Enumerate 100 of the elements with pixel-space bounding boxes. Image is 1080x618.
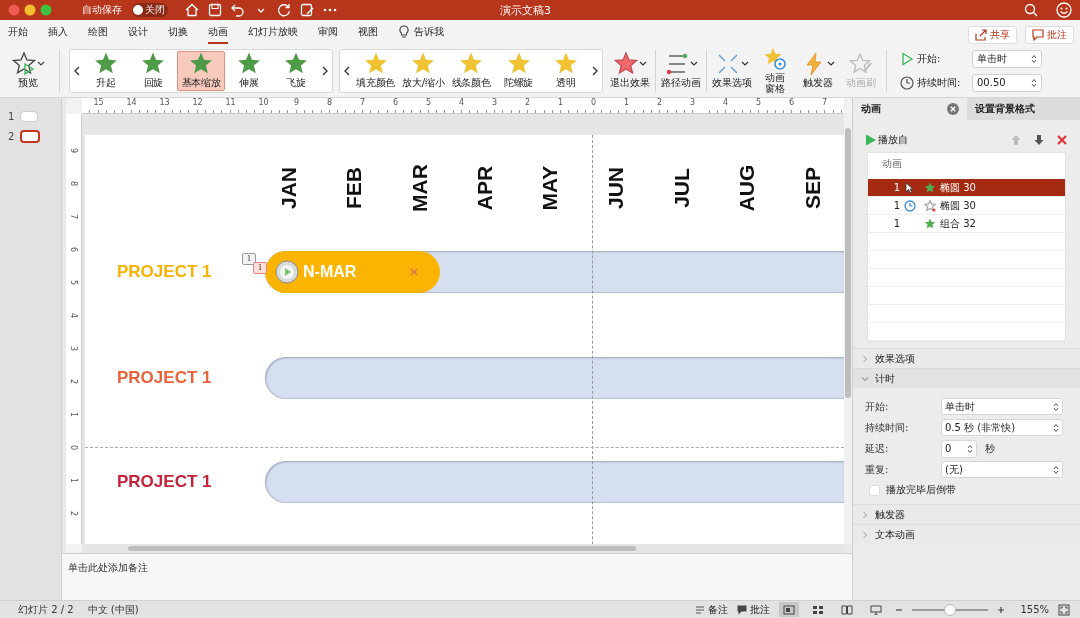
slide-counter: 幻灯片 2 / 2 (18, 602, 74, 617)
animation-item[interactable]: 1 椭圆 30 (868, 179, 1065, 197)
fit-to-window-icon[interactable] (1058, 603, 1070, 616)
effect-item[interactable]: 伸展 (224, 50, 273, 91)
dropdown-field[interactable]: (无) (941, 461, 1063, 478)
effect-item[interactable]: 回旋 (129, 50, 178, 91)
dropdown-field[interactable]: 0.5 秒 (非常快) (941, 419, 1063, 436)
animation-item[interactable]: 1 组合 32 (868, 215, 1065, 233)
tool-button[interactable]: 路径动画 (660, 52, 702, 89)
preview-button[interactable]: 预览 (6, 52, 50, 89)
tool-button[interactable]: 动画窗格 (754, 47, 796, 94)
scroll-right-icon[interactable] (321, 65, 329, 76)
effect-item[interactable]: 填充颜色 (352, 50, 400, 91)
stepper-icon (1053, 401, 1059, 412)
close-icon[interactable] (946, 103, 959, 115)
ribbon-tab[interactable]: 切换 (168, 20, 188, 44)
view-button[interactable] (779, 602, 800, 617)
scrollbar[interactable] (845, 128, 851, 398)
lightbulb-icon (398, 25, 410, 39)
ribbon-tab[interactable]: 视图 (358, 20, 378, 44)
play-from-button[interactable]: 播放自 (865, 133, 908, 147)
notes-field[interactable]: 单击此处添加备注 (68, 562, 148, 573)
ribbon-tab[interactable]: 幻灯片放映 (248, 20, 298, 44)
clock-icon (900, 75, 914, 90)
month-label: JUL (669, 168, 694, 208)
share-button[interactable]: 共享 (968, 26, 1017, 44)
ruler-number: 4 (457, 98, 466, 109)
ruler-number: 6 (787, 98, 796, 109)
ruler-number: 8 (69, 180, 78, 187)
comments-button[interactable]: 批注 (1025, 26, 1074, 44)
tool-button[interactable]: 退出效果 (609, 52, 651, 89)
ribbon-tab[interactable]: 插入 (48, 20, 68, 44)
animation-order-tag: 1 (242, 253, 256, 265)
ruler-number: 9 (69, 147, 78, 154)
smiley-icon[interactable] (1056, 2, 1072, 18)
dropdown-field[interactable]: 单击时 (941, 398, 1063, 415)
undo-icon[interactable] (230, 2, 246, 18)
effect-item[interactable]: 升起 (82, 50, 130, 91)
star-icon (283, 51, 310, 76)
ruler-number: 4 (69, 312, 78, 319)
scroll-left-icon[interactable] (343, 65, 351, 76)
ruler-number: 0 (69, 444, 78, 451)
star-icon (92, 51, 119, 76)
window-control-icon[interactable] (40, 4, 52, 16)
effect-item[interactable]: 放大/缩小 (399, 50, 448, 91)
dropdown-field[interactable]: 单击时 (972, 49, 1042, 68)
move-down-icon[interactable] (1033, 134, 1045, 146)
effect-item[interactable]: 陀螺旋 (494, 50, 543, 91)
home-icon[interactable] (184, 2, 200, 18)
delete-icon[interactable] (1056, 134, 1068, 146)
effect-item[interactable]: 线条颜色 (447, 50, 495, 91)
notes-button[interactable]: 备注 (695, 602, 729, 617)
ribbon-tab[interactable]: 审阅 (318, 20, 338, 44)
ribbon-tab[interactable]: 设计 (128, 20, 148, 44)
language-label[interactable]: 中文 (中国) (87, 602, 139, 617)
month-label: FEB (342, 167, 367, 209)
effect-item[interactable]: 基本缩放 (177, 50, 225, 91)
ruler-number: 2 (655, 98, 664, 109)
window-control-icon[interactable] (24, 4, 36, 16)
star-icon (140, 51, 167, 76)
redo-icon[interactable] (276, 2, 292, 18)
ruler-number: 1 (69, 477, 78, 484)
effect-item[interactable]: 飞旋 (272, 50, 320, 91)
comments-button[interactable]: 批注 (737, 602, 771, 617)
save-icon[interactable] (207, 2, 223, 18)
ruler-number: 13 (158, 98, 171, 109)
scrollbar[interactable] (128, 546, 636, 551)
window-title: 演示文稿3 (500, 3, 551, 18)
tool-button[interactable]: 效果选项 (711, 52, 753, 89)
ruler-number: 2 (69, 510, 78, 517)
number-field[interactable]: 0 (941, 439, 977, 458)
animation-item[interactable]: 1 椭圆 30 (868, 197, 1065, 215)
normal-view-icon (783, 604, 796, 615)
ruler-number: 3 (688, 98, 697, 109)
scroll-left-icon[interactable] (73, 65, 81, 76)
dropdown-field[interactable]: 00.50 (972, 73, 1042, 92)
ruler-number: 11 (224, 98, 237, 109)
pane-tab[interactable]: 设置背景格式 (966, 98, 1080, 120)
search-icon[interactable] (1024, 3, 1038, 17)
field-label: 延迟: (865, 441, 890, 456)
effect-item[interactable]: 透明 (542, 50, 590, 91)
save-as-icon[interactable] (299, 2, 315, 18)
month-label: JUN (604, 167, 629, 209)
comment-icon (1032, 29, 1044, 41)
tell-me-link[interactable]: 告诉我 (414, 25, 444, 39)
slide-thumbnail[interactable] (20, 129, 40, 143)
field-label: 持续时间: (865, 420, 910, 435)
autosave-toggle[interactable]: 关闭 (132, 3, 168, 17)
zoom-in-icon[interactable] (997, 605, 1006, 614)
ribbon-tab[interactable]: 开始 (8, 20, 28, 44)
play-button-icon[interactable] (275, 260, 299, 284)
tool-button[interactable]: 触发器 (797, 52, 839, 89)
ruler-number: 2 (523, 98, 532, 109)
play-icon (865, 134, 876, 146)
section-header[interactable]: 计时 (853, 368, 1080, 388)
chevron-right-icon (861, 354, 869, 363)
checkbox[interactable] (869, 484, 880, 496)
scroll-right-icon[interactable] (591, 65, 599, 76)
ribbon-tab[interactable]: 绘图 (88, 20, 108, 44)
ruler-number: 7 (358, 98, 367, 109)
